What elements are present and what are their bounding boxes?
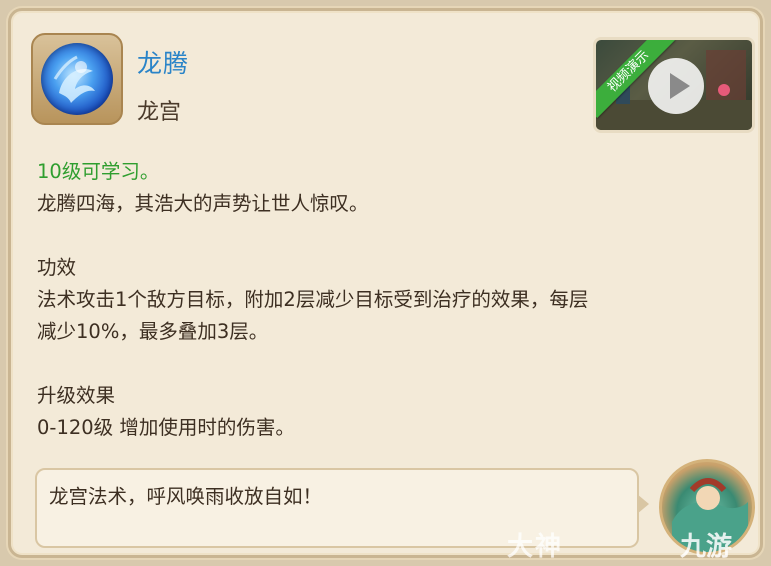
quote-text: 龙宫法术，呼风唤雨收放自如！ xyxy=(49,485,323,508)
effect-heading: 功效 xyxy=(37,256,77,279)
watermark-jiuyou: 九游 xyxy=(680,532,733,562)
play-icon[interactable] xyxy=(648,58,704,114)
skill-school: 龙宫 xyxy=(137,100,182,125)
skill-tooltip-panel: 龙腾 龙宫 视频演示 10级可学习。 龙腾四海，其浩大的声势让世人惊叹。 功效 … xyxy=(8,8,763,558)
video-demo-thumbnail[interactable]: 视频演示 xyxy=(593,37,755,133)
flavor-text: 龙腾四海，其浩大的声势让世人惊叹。 xyxy=(37,192,369,215)
effect-text-line2: 减少10%，最多叠加3层。 xyxy=(37,320,269,343)
upgrade-heading: 升级效果 xyxy=(37,384,116,407)
upgrade-text: 0-120级 增加使用时的伤害。 xyxy=(37,416,295,439)
skill-description: 10级可学习。 龙腾四海，其浩大的声势让世人惊叹。 功效 法术攻击1个敌方目标，… xyxy=(37,156,747,444)
watermark-dashen: 大神 xyxy=(507,532,564,562)
skill-icon-frame xyxy=(31,33,123,125)
skill-name: 龙腾 xyxy=(137,49,190,78)
learn-level-text: 10级可学习。 xyxy=(37,160,160,183)
effect-text-line1: 法术攻击1个敌方目标，附加2层减少目标受到治疗的效果，每层 xyxy=(37,288,589,311)
dragon-orb-icon xyxy=(41,43,113,115)
